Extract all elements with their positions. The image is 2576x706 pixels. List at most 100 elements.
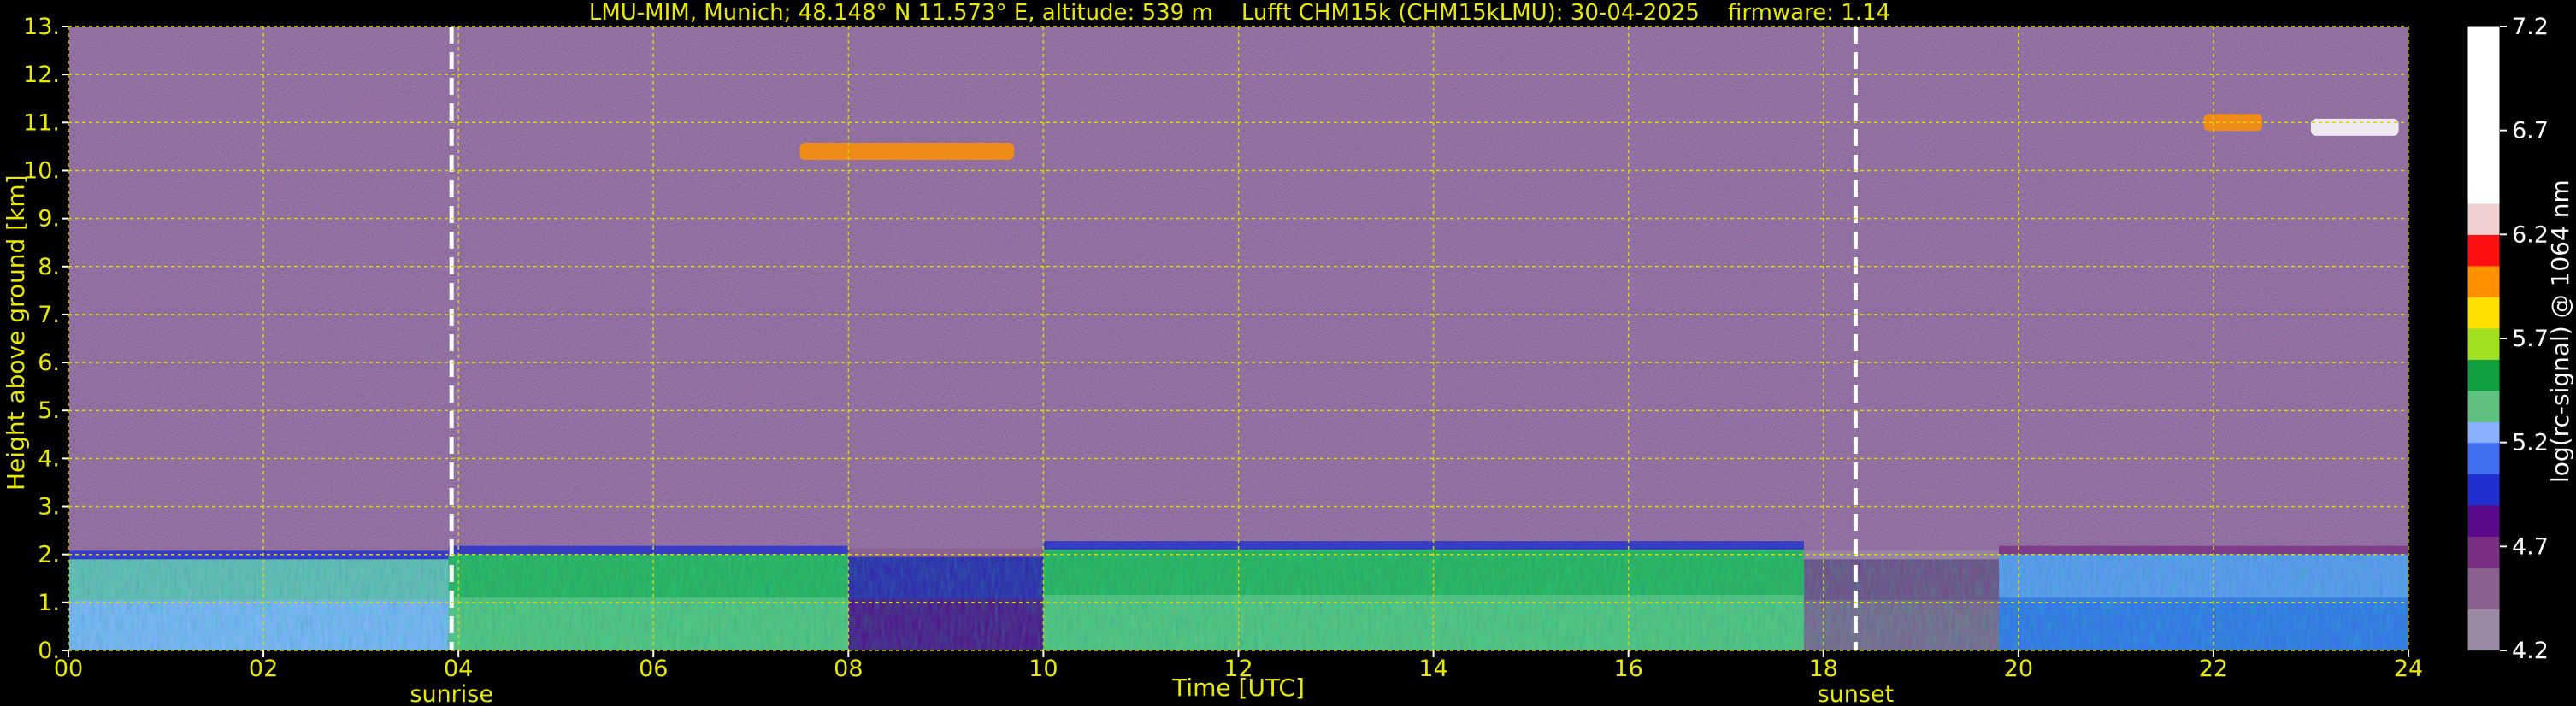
colorbar-segment (2467, 536, 2500, 547)
colorbar: 4.2 4.7 5.2 5.7 6.2 6.7 7.2 (2467, 14, 2549, 664)
colorbar-segment (2467, 276, 2500, 287)
colorbar-tick-label: 5.2 (2512, 430, 2549, 456)
colorbar-segment (2467, 359, 2500, 371)
colorbar-segment (2467, 369, 2500, 381)
x-tick-label: 06 (639, 656, 668, 682)
colorbar-segment (2467, 37, 2500, 48)
colorbar-segment (2467, 474, 2500, 485)
colorbar-segment (2467, 151, 2500, 162)
y-tick-label: 12. (23, 62, 60, 88)
colorbar-segment (2467, 224, 2500, 235)
colorbar-segment (2467, 192, 2500, 204)
colorbar-segment (2467, 556, 2500, 568)
colorbar-segment (2467, 120, 2500, 132)
event-marker-label: sunrise (410, 681, 493, 706)
colorbar-segment (2467, 130, 2500, 142)
y-tick-label: 0. (38, 638, 60, 664)
colorbar-segment (2467, 526, 2500, 537)
colorbar-segment (2467, 317, 2500, 329)
colorbar-segment (2467, 421, 2500, 433)
boundary-layer-top (848, 548, 1044, 557)
colorbar-segment (2467, 109, 2500, 121)
boundary-layer-texture (1043, 550, 1804, 650)
boundary-layer-texture (68, 559, 449, 650)
x-tick-label: 04 (444, 656, 473, 682)
colorbar-tick-label: 4.2 (2512, 638, 2549, 664)
colorbar-segment (2467, 47, 2500, 59)
boundary-layer-texture (848, 556, 1044, 650)
x-tick-label: 02 (249, 656, 278, 682)
cloud-feature (799, 143, 1015, 160)
colorbar-segment (2467, 203, 2500, 215)
colorbar-segment (2467, 234, 2500, 246)
y-tick-label: 5. (38, 397, 60, 424)
colorbar-segment (2467, 162, 2500, 173)
boundary-layer-top (448, 545, 849, 555)
colorbar-tick-label: 4.7 (2512, 533, 2549, 560)
x-tick-label: 14 (1418, 656, 1447, 682)
colorbar-segment (2467, 244, 2500, 256)
y-tick-label: 1. (38, 590, 60, 616)
boundary-layer-texture (1803, 559, 2000, 650)
y-axis-label: Height above ground [km] (2, 174, 30, 491)
colorbar-segment (2467, 609, 2500, 621)
x-axis-label: Time [UTC] (1172, 674, 1305, 702)
colorbar-segment (2467, 452, 2500, 464)
colorbar-tick-label: 7.2 (2512, 14, 2549, 40)
colorbar-segment (2467, 286, 2500, 297)
colorbar-segment (2467, 327, 2500, 339)
colorbar-segment (2467, 57, 2500, 69)
colorbar-tick-label: 5.7 (2512, 326, 2549, 352)
x-tick-label: 18 (1809, 656, 1838, 682)
event-marker-label: sunset (1818, 681, 1895, 706)
y-tick-label: 2. (38, 542, 60, 568)
y-tick-label: 4. (38, 445, 60, 472)
y-tick-label: 6. (38, 350, 60, 376)
colorbar-segment (2467, 379, 2500, 391)
colorbar-segment (2467, 349, 2500, 360)
colorbar-segment (2467, 297, 2500, 309)
colorbar-segment (2467, 432, 2500, 444)
colorbar-segment (2467, 577, 2500, 589)
x-tick-label: 10 (1029, 656, 1058, 682)
colorbar-segment (2467, 172, 2500, 184)
colorbar-tick-label: 6.2 (2512, 221, 2549, 248)
colorbar-segment (2467, 140, 2500, 152)
colorbar-segment (2467, 214, 2500, 225)
colorbar-segment (2467, 338, 2500, 350)
colorbar-segment (2467, 182, 2500, 194)
boundary-layer-top (1999, 545, 2408, 555)
y-tick-label: 8. (38, 254, 60, 280)
x-tick-label: 20 (2004, 656, 2033, 682)
colorbar-segment (2467, 265, 2500, 277)
colorbar-segment (2467, 390, 2500, 402)
boundary-layer-top (1043, 541, 1804, 550)
colorbar-segment (2467, 619, 2500, 631)
colorbar-segment (2467, 567, 2500, 579)
y-tick-label: 7. (38, 302, 60, 328)
colorbar-segment (2467, 588, 2500, 599)
colorbar-segment (2467, 494, 2500, 506)
colorbar-segment (2467, 89, 2500, 100)
y-tick-label: 3. (38, 494, 60, 521)
cloud-feature (2310, 118, 2399, 136)
colorbar-segment (2467, 68, 2500, 79)
colorbar-segment (2467, 463, 2500, 474)
colorbar-segment (2467, 629, 2500, 641)
colorbar-segment (2467, 598, 2500, 609)
colorbar-tick-label: 6.7 (2512, 118, 2549, 144)
colorbar-segment (2467, 484, 2500, 496)
colorbar-segment (2467, 255, 2500, 267)
colorbar-segment (2467, 504, 2500, 516)
x-tick-label: 24 (2394, 656, 2423, 682)
x-tick-label: 08 (834, 656, 863, 682)
colorbar-segment (2467, 515, 2500, 527)
colorbar-segment (2467, 78, 2500, 90)
colorbar-segment (2467, 99, 2500, 110)
colorbar-segment (2467, 411, 2500, 422)
colorbar-segment (2467, 639, 2500, 651)
y-tick-label: 13. (23, 14, 60, 40)
colorbar-segment (2467, 26, 2500, 38)
x-tick-label: 16 (1613, 656, 1642, 682)
colorbar-label: log(rc-signal) @ 1064 nm (2546, 179, 2574, 483)
